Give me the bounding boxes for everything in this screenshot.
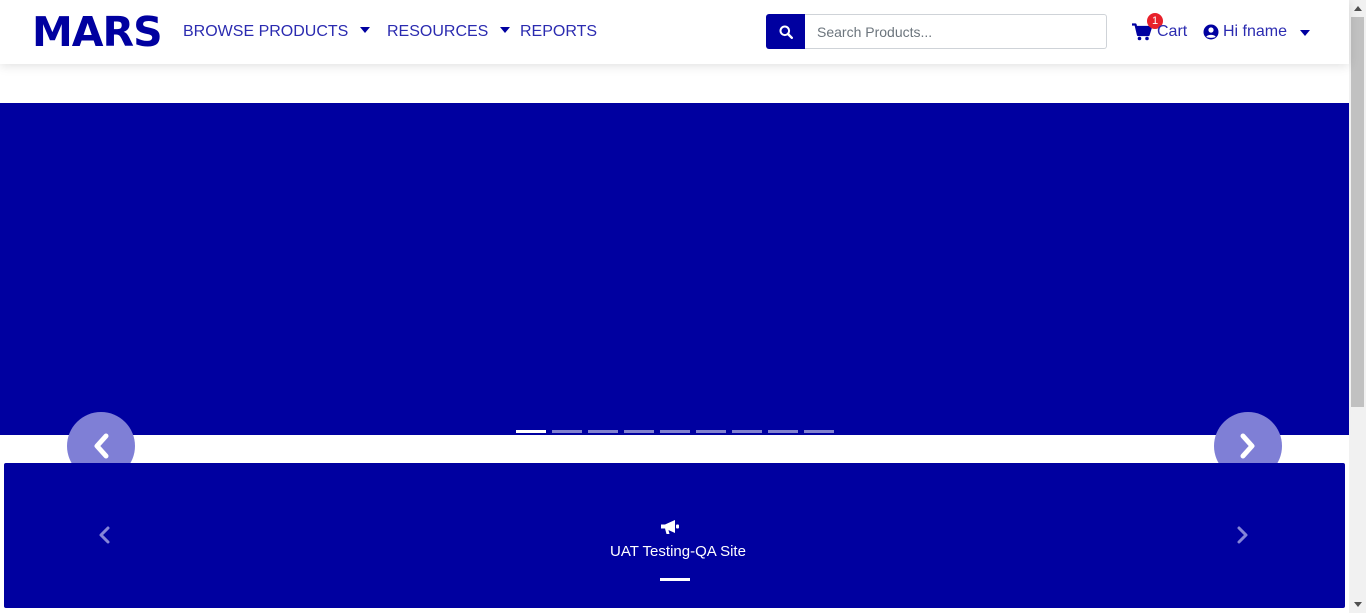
chevron-right-icon <box>1240 433 1255 459</box>
carousel-indicator-9[interactable] <box>804 430 834 433</box>
chevron-left-icon <box>94 433 109 459</box>
cart-label: Cart <box>1157 23 1188 40</box>
user-greeting: Hi fname <box>1223 23 1288 40</box>
search-input[interactable] <box>805 14 1107 49</box>
hero-carousel <box>0 103 1349 435</box>
nav-browse-products[interactable]: BROWSE PRODUCTS <box>183 21 371 43</box>
search-icon <box>779 25 793 39</box>
carousel-indicator-7[interactable] <box>732 430 762 433</box>
scroll-up-button[interactable] <box>1349 0 1366 17</box>
announcement-next-button[interactable] <box>1236 525 1250 550</box>
chevron-left-icon <box>99 526 110 544</box>
caret-down-icon <box>360 26 371 33</box>
carousel-indicator-4[interactable] <box>624 430 654 433</box>
announcement-carousel: UAT Testing-QA Site <box>4 463 1345 608</box>
announcement-indicator[interactable] <box>660 578 690 581</box>
caret-down-icon <box>500 26 511 33</box>
announcement-prev-button[interactable] <box>97 525 111 550</box>
announcement-text: UAT Testing-QA Site <box>610 543 746 560</box>
scrollbar-thumb[interactable] <box>1351 17 1364 407</box>
nav-browse-products-label: BROWSE PRODUCTS <box>183 23 349 40</box>
carousel-indicator-6[interactable] <box>696 430 726 433</box>
chevron-right-icon <box>1237 526 1248 544</box>
carousel-indicator-2[interactable] <box>552 430 582 433</box>
nav-reports[interactable]: REPORTS <box>520 21 597 43</box>
nav-resources-label: RESOURCES <box>387 23 489 40</box>
megaphone-icon <box>661 520 679 534</box>
arrow-up-icon <box>1353 6 1362 11</box>
nav-resources[interactable]: RESOURCES <box>387 21 511 43</box>
carousel-indicators <box>516 430 834 433</box>
caret-down-icon <box>1300 30 1310 36</box>
nav-reports-label: REPORTS <box>520 23 598 40</box>
carousel-indicator-8[interactable] <box>768 430 798 433</box>
carousel-indicator-5[interactable] <box>660 430 690 433</box>
user-circle-icon <box>1203 24 1219 40</box>
page-scrollbar[interactable] <box>1349 0 1366 613</box>
carousel-indicator-1[interactable] <box>516 430 546 433</box>
arrow-down-icon <box>1353 602 1362 607</box>
site-header: MARS BROWSE PRODUCTS RESOURCES REPORTS 1… <box>0 0 1349 64</box>
scroll-down-button[interactable] <box>1349 596 1366 613</box>
search-button[interactable] <box>766 14 805 49</box>
mars-logo[interactable]: MARS <box>32 10 163 54</box>
carousel-indicator-3[interactable] <box>588 430 618 433</box>
search-bar <box>766 14 1107 49</box>
